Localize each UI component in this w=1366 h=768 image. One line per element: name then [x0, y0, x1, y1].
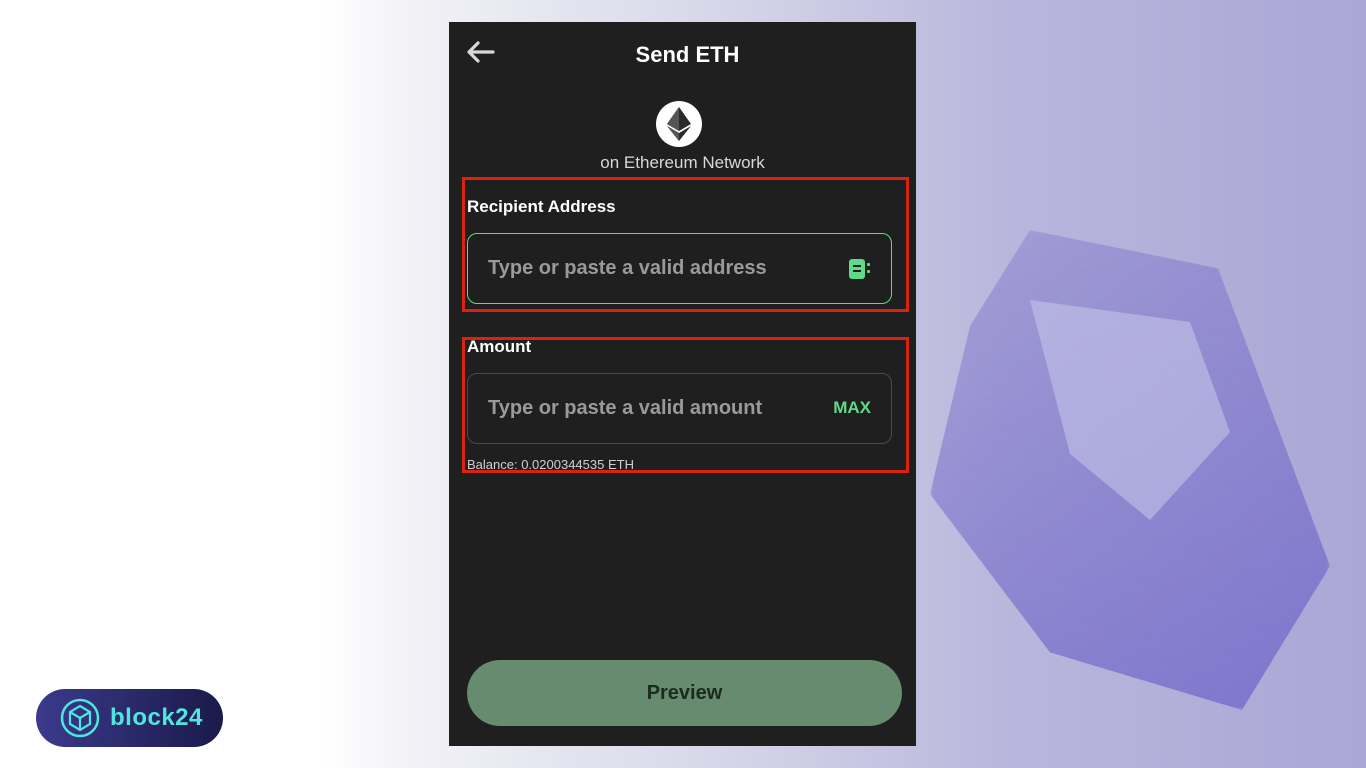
- address-book-icon[interactable]: [847, 258, 871, 280]
- brand-badge: block24: [36, 689, 223, 747]
- cube-logo-icon: [60, 698, 100, 738]
- preview-button[interactable]: Preview: [467, 660, 902, 726]
- amount-input[interactable]: [488, 374, 808, 443]
- send-eth-screen: Send ETH on Ethereum Network Recipient A…: [449, 22, 916, 746]
- amount-label: Amount: [467, 337, 532, 356]
- network-label: on Ethereum Network: [600, 153, 765, 172]
- amount-field: MAX: [467, 373, 892, 444]
- header: Send ETH: [449, 22, 916, 88]
- recipient-field: [467, 233, 892, 304]
- ethereum-icon: [656, 101, 702, 147]
- recipient-label: Recipient Address: [467, 197, 616, 216]
- page-title: Send ETH: [635, 42, 740, 67]
- recipient-address-input[interactable]: [488, 234, 808, 303]
- max-button[interactable]: MAX: [833, 398, 871, 418]
- brand-name: block24: [110, 704, 203, 731]
- balance-text: Balance: 0.0200344535 ETH: [467, 457, 634, 472]
